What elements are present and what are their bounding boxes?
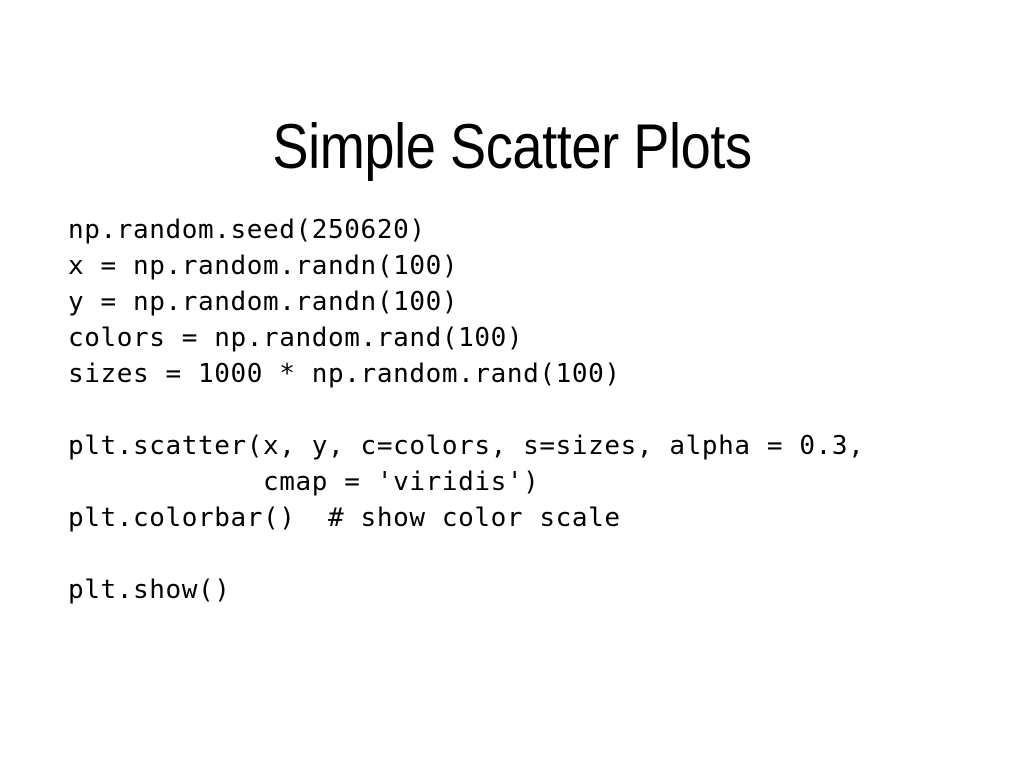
page-title: Simple Scatter Plots: [272, 112, 752, 183]
code-line: sizes = 1000 * np.random.rand(100): [68, 359, 621, 389]
code-line: cmap = 'viridis'): [68, 467, 540, 497]
code-line: y = np.random.randn(100): [68, 287, 459, 317]
code-line: np.random.seed(250620): [68, 215, 426, 245]
code-line: plt.colorbar() # show color scale: [68, 503, 621, 533]
code-line: x = np.random.randn(100): [68, 251, 459, 281]
code-block: np.random.seed(250620) x = np.random.rand…: [68, 212, 988, 608]
code-line: plt.scatter(x, y, c=colors, s=sizes, alp…: [68, 431, 865, 461]
code-line: colors = np.random.rand(100): [68, 323, 524, 353]
code-line: plt.show(): [68, 575, 231, 605]
slide-canvas: Simple Scatter Plots np.random.seed(2506…: [0, 0, 1024, 768]
